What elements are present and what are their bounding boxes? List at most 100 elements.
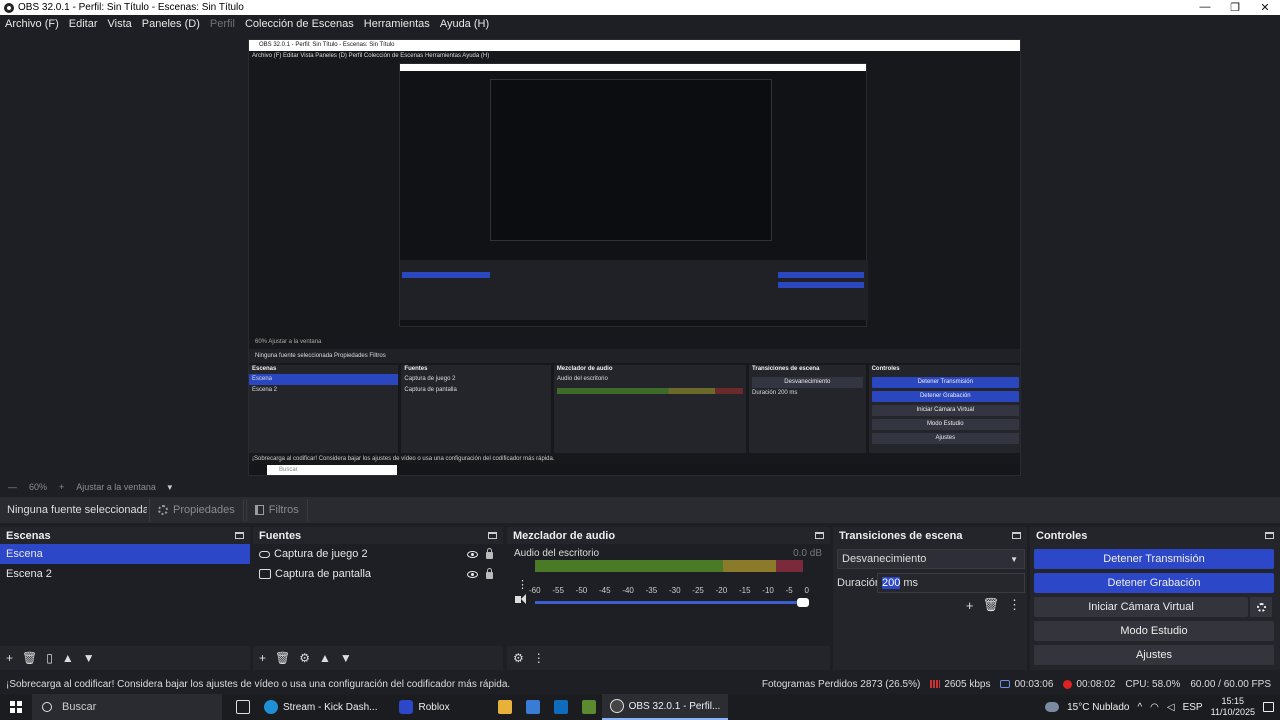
nested-nested-docks xyxy=(400,260,868,320)
source-item[interactable]: Captura de juego 2 xyxy=(253,544,503,564)
add-transition-icon[interactable]: + xyxy=(966,598,974,613)
move-up-icon[interactable]: ▲ xyxy=(319,651,331,665)
zoom-level: 60% xyxy=(29,482,48,492)
properties-bar: Ninguna fuente seleccionada Propiedades … xyxy=(0,497,1280,523)
close-button[interactable]: ✕ xyxy=(1250,1,1280,14)
taskbar-app-obs[interactable]: OBS 32.0.1 - Perfil... xyxy=(601,694,729,720)
filter-icon[interactable]: ▯ xyxy=(46,651,53,665)
taskbar-search[interactable]: Buscar xyxy=(32,694,222,720)
notification-icon[interactable] xyxy=(1263,702,1274,712)
db-readout: 0.0 dB xyxy=(793,548,822,559)
meter-tick-label: -50 xyxy=(575,586,588,595)
move-down-icon[interactable]: ▼ xyxy=(340,651,352,665)
scene-item[interactable]: Escena xyxy=(0,544,250,564)
add-scene-icon[interactable]: + xyxy=(6,651,13,665)
taskbar-app-edge[interactable]: Stream - Kick Dash... xyxy=(256,694,385,720)
studio-mode-button[interactable]: Modo Estudio xyxy=(1034,621,1274,641)
dropped-frames: Fotogramas Perdidos 2873 (26.5%) xyxy=(761,678,921,690)
properties-button[interactable]: Propiedades xyxy=(149,499,244,521)
chevron-up-icon[interactable]: ^ xyxy=(1137,702,1142,713)
language-indicator[interactable]: ESP xyxy=(1183,702,1203,713)
undock-icon[interactable] xyxy=(1012,532,1021,539)
chevron-down-icon: ▼ xyxy=(1010,554,1018,564)
trash-icon[interactable]: 🗑 xyxy=(275,651,290,665)
menu-docks[interactable]: Paneles (D) xyxy=(137,18,205,30)
meter-tick-label: -45 xyxy=(598,586,611,595)
volume-icon[interactable]: ◁ xyxy=(1167,702,1175,713)
transition-select[interactable]: Desvanecimiento ▼ xyxy=(837,549,1025,569)
nested-sources-dock: Fuentes Captura de juego 2 Captura de pa… xyxy=(401,365,551,453)
transitions-header: Transiciones de escena xyxy=(839,529,963,542)
trash-icon[interactable]: 🗑 xyxy=(982,597,999,613)
move-up-icon[interactable]: ▲ xyxy=(62,651,74,665)
advanced-audio-icon[interactable]: ⚙ xyxy=(513,651,524,665)
stream-time: 00:03:06 xyxy=(1014,678,1054,690)
minecraft-icon[interactable] xyxy=(581,700,596,714)
weather-text: 15°C Nublado xyxy=(1067,701,1130,713)
volume-slider[interactable] xyxy=(535,598,809,607)
duration-label: Duración xyxy=(837,577,882,589)
controls-header: Controles xyxy=(1036,529,1088,542)
eye-icon[interactable] xyxy=(467,550,478,558)
virtual-camera-settings-button[interactable] xyxy=(1250,597,1272,617)
record-time: 00:08:02 xyxy=(1076,678,1116,690)
calendar-icon[interactable] xyxy=(525,700,540,714)
lock-icon[interactable] xyxy=(486,548,493,559)
outlook-icon[interactable] xyxy=(553,700,568,714)
add-source-icon[interactable]: + xyxy=(259,651,266,665)
lock-icon[interactable] xyxy=(486,568,493,579)
menu-bar: Archivo (F) Editar Vista Paneles (D) Per… xyxy=(0,15,1280,33)
task-view-icon[interactable] xyxy=(236,700,250,714)
undock-icon[interactable] xyxy=(488,532,497,539)
system-tray: 15°C Nublado ^ ◠ ◁ ESP 15:15 11/10/2025 xyxy=(1045,696,1274,718)
zoom-in-button[interactable]: + xyxy=(59,482,64,492)
preview-canvas[interactable]: OBS 32.0.1 - Perfil: Sin Título - Escena… xyxy=(248,39,1021,476)
wifi-icon[interactable]: ◠ xyxy=(1150,702,1159,713)
settings-button[interactable]: Ajustes xyxy=(1034,645,1274,665)
undock-icon[interactable] xyxy=(1265,532,1274,539)
speaker-icon[interactable] xyxy=(515,596,521,603)
more-options-icon[interactable]: ⋮ xyxy=(517,578,528,591)
fps-readout: 60.00 / 60.00 FPS xyxy=(1190,678,1271,690)
stop-stream-button[interactable]: Detener Transmisión xyxy=(1034,549,1274,569)
menu-edit[interactable]: Editar xyxy=(64,18,103,30)
windows-start-icon[interactable] xyxy=(10,701,22,713)
status-bar: ¡Sobrecarga al codificar! Considera baja… xyxy=(0,674,1280,694)
zoom-out-button[interactable]: — xyxy=(8,482,17,492)
minimize-button[interactable]: — xyxy=(1190,1,1220,14)
eye-icon[interactable] xyxy=(467,570,478,578)
clock[interactable]: 15:15 11/10/2025 xyxy=(1211,696,1255,718)
menu-help[interactable]: Ayuda (H) xyxy=(435,18,494,30)
more-options-icon[interactable]: ⋮ xyxy=(533,651,545,665)
meter-tick-label: -5 xyxy=(785,586,793,595)
stream-icon xyxy=(1000,680,1011,688)
meter-scale: -60 -55 -50 -45 -40 -35 -30 -25 -20 -15 -10 -5 0 xyxy=(529,586,809,595)
taskbar-app-roblox[interactable]: Roblox xyxy=(391,694,457,720)
duration-field[interactable]: 200 ms xyxy=(877,573,1025,593)
roblox-icon xyxy=(399,700,414,714)
file-explorer-icon[interactable] xyxy=(497,700,512,714)
gear-icon[interactable]: ⚙ xyxy=(299,651,310,665)
meter-tick-label: -15 xyxy=(738,586,751,595)
source-item[interactable]: Captura de pantalla xyxy=(253,564,503,584)
menu-tools[interactable]: Herramientas xyxy=(359,18,435,30)
filters-button[interactable]: Filtros xyxy=(245,499,308,521)
menu-profile[interactable]: Perfil xyxy=(205,18,240,30)
undock-icon[interactable] xyxy=(815,532,824,539)
virtual-camera-button[interactable]: Iniciar Cámara Virtual xyxy=(1034,597,1248,617)
zoom-dropdown-icon[interactable]: ▼ xyxy=(166,483,174,492)
stop-recording-button[interactable]: Detener Grabación xyxy=(1034,573,1274,593)
meter-tick-label: -35 xyxy=(645,586,658,595)
menu-file[interactable]: Archivo (F) xyxy=(0,18,64,30)
menu-view[interactable]: Vista xyxy=(103,18,137,30)
volume-slider-handle[interactable] xyxy=(797,598,809,607)
undock-icon[interactable] xyxy=(235,532,244,539)
menu-scene-collection[interactable]: Colección de Escenas xyxy=(240,18,359,30)
maximize-button[interactable]: ❐ xyxy=(1220,1,1250,14)
scene-item[interactable]: Escena 2 xyxy=(0,564,250,584)
more-options-icon[interactable]: ⋮ xyxy=(1008,597,1021,613)
move-down-icon[interactable]: ▼ xyxy=(83,651,95,665)
fit-to-window-button[interactable]: Ajustar a la ventana xyxy=(76,482,156,492)
trash-icon[interactable]: 🗑 xyxy=(22,651,37,665)
window-title: OBS 32.0.1 - Perfil: Sin Título - Escena… xyxy=(18,2,244,13)
